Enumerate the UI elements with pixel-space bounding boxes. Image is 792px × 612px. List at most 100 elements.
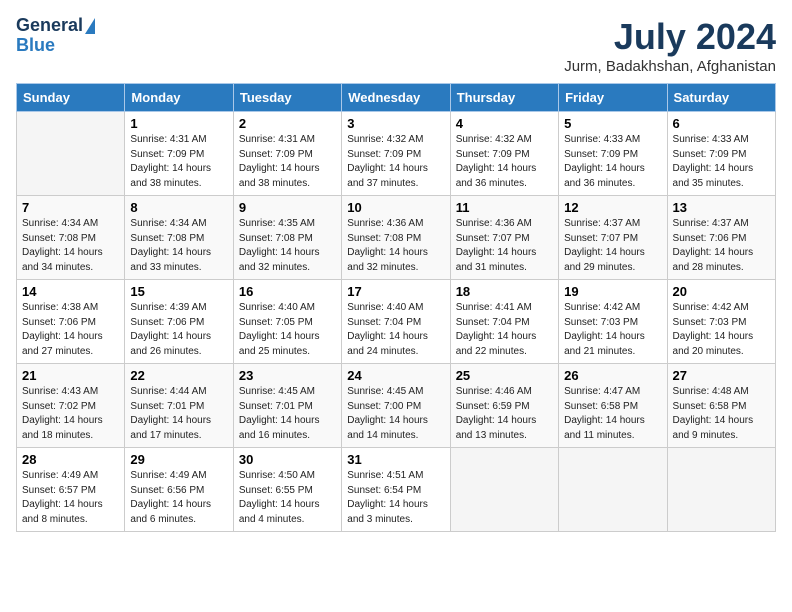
- day-cell: 11Sunrise: 4:36 AMSunset: 7:07 PMDayligh…: [450, 196, 558, 280]
- day-cell: 17 Sunrise: 4:40 AMSunset: 7:04 PMDayligh…: [342, 280, 450, 364]
- title-block: July 2024 Jurm, Badakhshan, Afghanistan: [564, 16, 776, 75]
- day-cell: 5 Sunrise: 4:33 AMSunset: 7:09 PMDaylight…: [559, 112, 667, 196]
- logo-general: General: [16, 16, 83, 36]
- day-cell: 3Sunrise: 4:32 AMSunset: 7:09 PMDaylight…: [342, 112, 450, 196]
- day-info: Sunrise: 4:48 AMSunset: 6:58 PMDaylight:…: [673, 385, 770, 443]
- day-info: Sunrise: 4:47 AMSunset: 6:58 PMDaylight:…: [564, 385, 661, 443]
- day-info: Sunrise: 4:36 AMSunset: 7:08 PMDaylight:…: [347, 217, 444, 275]
- day-info: Sunrise: 4:40 AMSunset: 7:05 PMDaylight:…: [239, 301, 336, 359]
- day-number: 25: [456, 368, 553, 383]
- day-cell: 19 Sunrise: 4:42 AMSunset: 7:03 PMDayligh…: [559, 280, 667, 364]
- week-row-5: 28Sunrise: 4:49 AMSunset: 6:57 PMDayligh…: [17, 448, 776, 532]
- day-cell: 18Sunrise: 4:41 AMSunset: 7:04 PMDayligh…: [450, 280, 558, 364]
- day-number: 19: [564, 284, 661, 299]
- day-number: 14: [22, 284, 119, 299]
- page-header: General Blue July 2024 Jurm, Badakhshan,…: [16, 16, 776, 75]
- day-number: 21: [22, 368, 119, 383]
- day-number: 26: [564, 368, 661, 383]
- week-row-2: 7 Sunrise: 4:34 AMSunset: 7:08 PMDaylight…: [17, 196, 776, 280]
- day-info: Sunrise: 4:31 AMSunset: 7:09 PMDaylight:…: [130, 133, 227, 191]
- day-number: 30: [239, 452, 336, 467]
- day-cell: 26 Sunrise: 4:47 AMSunset: 6:58 PMDayligh…: [559, 364, 667, 448]
- day-info: Sunrise: 4:43 AMSunset: 7:02 PMDaylight:…: [22, 385, 119, 443]
- day-info: Sunrise: 4:40 AMSunset: 7:04 PMDaylight:…: [347, 301, 444, 359]
- day-number: 16: [239, 284, 336, 299]
- calendar-table: SundayMondayTuesdayWednesdayThursdayFrid…: [16, 83, 776, 532]
- day-cell: 7 Sunrise: 4:34 AMSunset: 7:08 PMDaylight…: [17, 196, 125, 280]
- day-info: Sunrise: 4:34 AMSunset: 7:08 PMDaylight:…: [130, 217, 227, 275]
- day-cell: [667, 448, 775, 532]
- day-cell: 25 Sunrise: 4:46 AMSunset: 6:59 PMDayligh…: [450, 364, 558, 448]
- col-header-friday: Friday: [559, 84, 667, 112]
- day-number: 6: [673, 116, 770, 131]
- day-info: Sunrise: 4:45 AMSunset: 7:00 PMDaylight:…: [347, 385, 444, 443]
- day-cell: 2Sunrise: 4:31 AMSunset: 7:09 PMDaylight…: [233, 112, 341, 196]
- day-number: 20: [673, 284, 770, 299]
- day-info: Sunrise: 4:31 AMSunset: 7:09 PMDaylight:…: [239, 133, 336, 191]
- week-row-3: 14Sunrise: 4:38 AMSunset: 7:06 PMDayligh…: [17, 280, 776, 364]
- day-cell: 29 Sunrise: 4:49 AMSunset: 6:56 PMDayligh…: [125, 448, 233, 532]
- day-cell: 12Sunrise: 4:37 AMSunset: 7:07 PMDayligh…: [559, 196, 667, 280]
- day-number: 11: [456, 200, 553, 215]
- day-cell: 4Sunrise: 4:32 AMSunset: 7:09 PMDaylight…: [450, 112, 558, 196]
- day-number: 1: [130, 116, 227, 131]
- day-info: Sunrise: 4:32 AMSunset: 7:09 PMDaylight:…: [456, 133, 553, 191]
- day-info: Sunrise: 4:42 AMSunset: 7:03 PMDaylight:…: [564, 301, 661, 359]
- day-cell: 31Sunrise: 4:51 AMSunset: 6:54 PMDayligh…: [342, 448, 450, 532]
- day-number: 22: [130, 368, 227, 383]
- day-number: 7: [22, 200, 119, 215]
- day-cell: 1 Sunrise: 4:31 AMSunset: 7:09 PMDaylight…: [125, 112, 233, 196]
- col-header-thursday: Thursday: [450, 84, 558, 112]
- day-cell: 23Sunrise: 4:45 AMSunset: 7:01 PMDayligh…: [233, 364, 341, 448]
- day-cell: 14Sunrise: 4:38 AMSunset: 7:06 PMDayligh…: [17, 280, 125, 364]
- day-cell: 9 Sunrise: 4:35 AMSunset: 7:08 PMDaylight…: [233, 196, 341, 280]
- day-info: Sunrise: 4:37 AMSunset: 7:06 PMDaylight:…: [673, 217, 770, 275]
- day-number: 17: [347, 284, 444, 299]
- day-cell: 16 Sunrise: 4:40 AMSunset: 7:05 PMDayligh…: [233, 280, 341, 364]
- day-cell: 21 Sunrise: 4:43 AMSunset: 7:02 PMDayligh…: [17, 364, 125, 448]
- day-number: 27: [673, 368, 770, 383]
- day-info: Sunrise: 4:33 AMSunset: 7:09 PMDaylight:…: [564, 133, 661, 191]
- day-cell: 6 Sunrise: 4:33 AMSunset: 7:09 PMDaylight…: [667, 112, 775, 196]
- day-cell: 15 Sunrise: 4:39 AMSunset: 7:06 PMDayligh…: [125, 280, 233, 364]
- day-cell: [559, 448, 667, 532]
- day-info: Sunrise: 4:39 AMSunset: 7:06 PMDaylight:…: [130, 301, 227, 359]
- day-number: 24: [347, 368, 444, 383]
- col-header-tuesday: Tuesday: [233, 84, 341, 112]
- day-number: 5: [564, 116, 661, 131]
- day-cell: 30 Sunrise: 4:50 AMSunset: 6:55 PMDayligh…: [233, 448, 341, 532]
- logo-triangle-icon: [85, 18, 95, 34]
- day-number: 29: [130, 452, 227, 467]
- logo: General Blue: [16, 16, 95, 56]
- day-info: Sunrise: 4:46 AMSunset: 6:59 PMDaylight:…: [456, 385, 553, 443]
- day-info: Sunrise: 4:49 AMSunset: 6:56 PMDaylight:…: [130, 469, 227, 527]
- day-info: Sunrise: 4:42 AMSunset: 7:03 PMDaylight:…: [673, 301, 770, 359]
- week-row-1: 1 Sunrise: 4:31 AMSunset: 7:09 PMDaylight…: [17, 112, 776, 196]
- day-cell: 27 Sunrise: 4:48 AMSunset: 6:58 PMDayligh…: [667, 364, 775, 448]
- month-title: July 2024: [564, 16, 776, 58]
- header-row: SundayMondayTuesdayWednesdayThursdayFrid…: [17, 84, 776, 112]
- day-number: 13: [673, 200, 770, 215]
- col-header-saturday: Saturday: [667, 84, 775, 112]
- day-number: 15: [130, 284, 227, 299]
- day-info: Sunrise: 4:34 AMSunset: 7:08 PMDaylight:…: [22, 217, 119, 275]
- col-header-monday: Monday: [125, 84, 233, 112]
- day-info: Sunrise: 4:50 AMSunset: 6:55 PMDaylight:…: [239, 469, 336, 527]
- day-cell: 22 Sunrise: 4:44 AMSunset: 7:01 PMDayligh…: [125, 364, 233, 448]
- day-number: 9: [239, 200, 336, 215]
- day-cell: 10Sunrise: 4:36 AMSunset: 7:08 PMDayligh…: [342, 196, 450, 280]
- day-info: Sunrise: 4:35 AMSunset: 7:08 PMDaylight:…: [239, 217, 336, 275]
- day-cell: 13 Sunrise: 4:37 AMSunset: 7:06 PMDayligh…: [667, 196, 775, 280]
- week-row-4: 21 Sunrise: 4:43 AMSunset: 7:02 PMDayligh…: [17, 364, 776, 448]
- day-cell: [17, 112, 125, 196]
- day-info: Sunrise: 4:33 AMSunset: 7:09 PMDaylight:…: [673, 133, 770, 191]
- day-number: 8: [130, 200, 227, 215]
- day-info: Sunrise: 4:44 AMSunset: 7:01 PMDaylight:…: [130, 385, 227, 443]
- day-cell: 8 Sunrise: 4:34 AMSunset: 7:08 PMDaylight…: [125, 196, 233, 280]
- day-number: 12: [564, 200, 661, 215]
- day-number: 23: [239, 368, 336, 383]
- col-header-sunday: Sunday: [17, 84, 125, 112]
- day-cell: 20 Sunrise: 4:42 AMSunset: 7:03 PMDayligh…: [667, 280, 775, 364]
- day-cell: 28Sunrise: 4:49 AMSunset: 6:57 PMDayligh…: [17, 448, 125, 532]
- day-info: Sunrise: 4:41 AMSunset: 7:04 PMDaylight:…: [456, 301, 553, 359]
